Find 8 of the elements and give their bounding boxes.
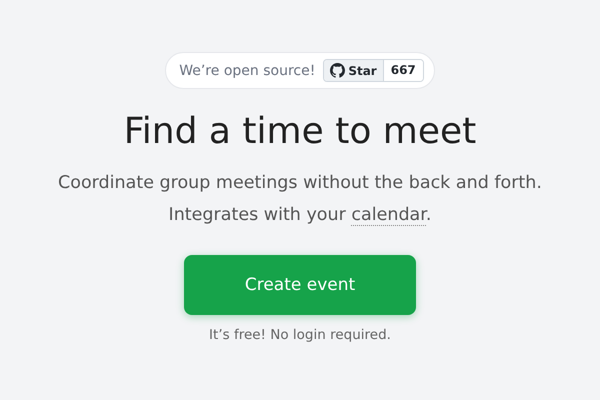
calendar-link[interactable]: calendar (351, 205, 426, 226)
banner-text: We’re open source! (179, 62, 316, 78)
note-text: It’s free! No login required. (209, 326, 391, 342)
github-icon (330, 63, 346, 78)
headline: Find a time to meet (124, 111, 476, 152)
subtitle: Integrates with your calendar. (168, 204, 432, 228)
star-button[interactable]: Star (324, 60, 384, 81)
subtitle: Coordinate group meetings without the back and forth. (58, 172, 542, 195)
